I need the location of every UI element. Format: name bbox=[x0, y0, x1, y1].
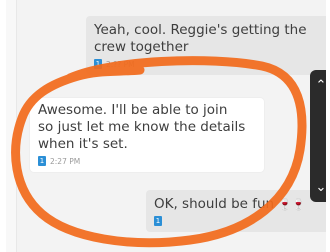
left-edge bbox=[6, 0, 17, 252]
sim-card-icon: 1 bbox=[154, 216, 162, 226]
message-bubble-outgoing[interactable]: OK, should be fun 🍷🍷 1 bbox=[146, 190, 326, 232]
chevron-up-icon[interactable]: ⌃ bbox=[310, 74, 326, 96]
message-bubble-outgoing[interactable]: Yeah, cool. Reggie's getting the crew to… bbox=[86, 16, 326, 75]
conversation-view: Yeah, cool. Reggie's getting the crew to… bbox=[6, 0, 326, 252]
message-text: OK, should be fun bbox=[154, 196, 275, 212]
message-meta: 1 2:27 PM bbox=[38, 156, 256, 166]
sim-card-icon: 1 bbox=[94, 59, 102, 69]
message-text: Yeah, cool. Reggie's getting the crew to… bbox=[94, 22, 307, 55]
chevron-down-icon[interactable]: ⌄ bbox=[310, 176, 326, 198]
message-meta: 1 bbox=[154, 216, 326, 226]
message-time: 2:?? PM bbox=[106, 59, 135, 69]
sim-card-icon: 1 bbox=[38, 156, 46, 166]
message-time: 2:27 PM bbox=[50, 156, 81, 166]
message-text: Awesome. I'll be able to join so just le… bbox=[38, 102, 246, 152]
scrollbar[interactable]: ⌃ ⌄ bbox=[310, 70, 326, 202]
message-line: OK, should be fun 🍷🍷 bbox=[154, 196, 326, 213]
message-meta: 1 2:?? PM bbox=[94, 59, 326, 69]
wine-glass-icon: 🍷🍷 bbox=[278, 198, 306, 211]
message-bubble-incoming[interactable]: Awesome. I'll be able to join so just le… bbox=[30, 98, 264, 172]
